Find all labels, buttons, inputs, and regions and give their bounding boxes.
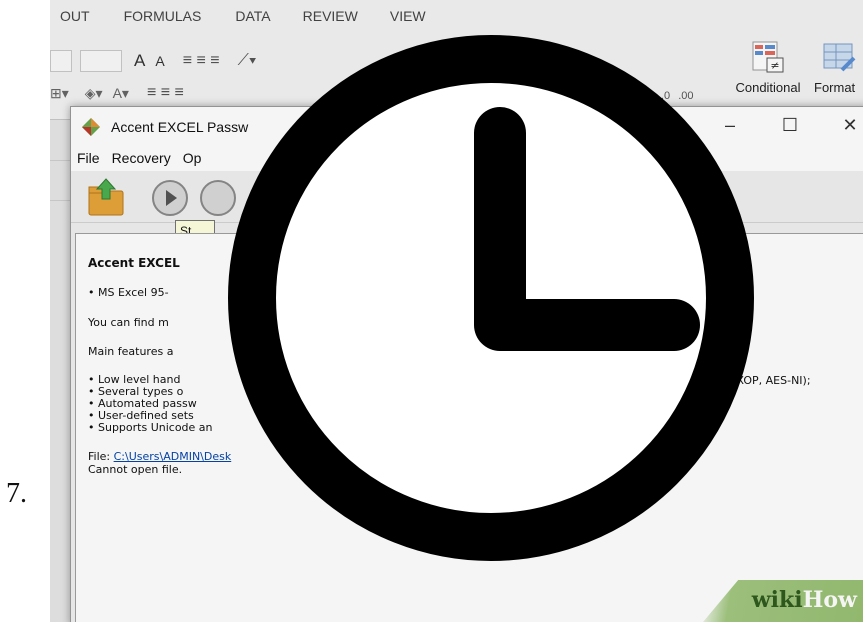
conditional-formatting-icon: ≠ <box>751 40 785 74</box>
info-main-features: Main features a <box>88 344 174 358</box>
tab-view[interactable]: VIEW <box>390 4 426 30</box>
start-button[interactable] <box>149 177 191 219</box>
svg-text:≠: ≠ <box>770 59 779 72</box>
excel-ribbon: OUT FORMULAS DATA REVIEW VIEW A A ≡ ≡ ≡ … <box>50 0 863 120</box>
tab-review[interactable]: REVIEW <box>303 4 358 30</box>
feature-item: • Supports Unicode an <box>88 420 213 434</box>
file-path-link[interactable]: C:\Users\ADMIN\Desk <box>114 450 232 463</box>
step-number: 7. <box>6 478 27 509</box>
format-as-table-button[interactable]: Format <box>814 40 863 110</box>
dialog-title: Accent EXCEL Passw <box>111 119 249 135</box>
pause-button[interactable] <box>197 177 239 219</box>
info-formats: • MS Excel 95- <box>88 286 169 300</box>
format-row: ⊞▾ ◈▾ A▾ ≡ ≡ ≡ <box>50 80 184 106</box>
orientation-icon[interactable]: ⟋▾ <box>238 52 257 70</box>
font-color-icon[interactable]: A▾ <box>113 85 129 102</box>
wikihow-logo: wikiHow <box>751 587 857 613</box>
status-text: Cannot open file. <box>88 463 183 477</box>
wikihow-watermark: wikiHow <box>703 580 863 622</box>
dialog-menubar: File Recovery Op <box>71 147 863 171</box>
file-line: File: C:\Users\ADMIN\Desk <box>88 450 852 463</box>
grow-font-icon[interactable]: A <box>134 51 145 71</box>
align-lines-icon[interactable]: ≡ ≡ ≡ <box>183 52 220 70</box>
dialog-titlebar: Accent EXCEL Passw – ☐ ✕ <box>71 107 863 147</box>
screenshot: OUT FORMULAS DATA REVIEW VIEW A A ≡ ≡ ≡ … <box>50 0 863 622</box>
menu-file[interactable]: File <box>71 147 106 171</box>
align-center-icon[interactable]: ≡ ≡ ≡ <box>147 84 184 102</box>
minimize-button[interactable]: – <box>715 115 745 136</box>
folder-open-icon <box>88 178 124 216</box>
conditional-formatting-button[interactable]: ≠ Conditional <box>724 40 812 110</box>
info-panel: Accent EXCEL • MS Excel 95- You can find… <box>75 233 863 622</box>
ribbon-tabs: OUT FORMULAS DATA REVIEW VIEW <box>50 4 426 30</box>
feature-item: • Several types o <box>88 384 184 398</box>
decrease-decimal-icon[interactable]: .00 <box>678 90 693 102</box>
pause-icon <box>200 180 236 216</box>
maximize-button[interactable]: ☐ <box>775 115 805 136</box>
format-table-icon <box>822 40 856 74</box>
tab-formulas[interactable]: FORMULAS <box>124 4 202 30</box>
tab-data[interactable]: DATA <box>235 4 270 30</box>
dialog-toolbar <box>71 171 863 223</box>
info-heading: Accent EXCEL <box>88 256 180 270</box>
close-button[interactable]: ✕ <box>835 115 863 136</box>
menu-options[interactable]: Op <box>177 147 208 171</box>
font-row: A A ≡ ≡ ≡ ⟋▾ <box>50 48 257 74</box>
feature-list: • Low level hand • Several types o • Aut… <box>88 373 852 434</box>
format-label: Format <box>814 80 856 95</box>
diamond-app-icon <box>81 117 101 137</box>
fill-color-icon[interactable]: ◈▾ <box>85 85 103 102</box>
border-icon[interactable]: ⊞▾ <box>50 85 69 102</box>
feature-item: • Automated passw <box>88 396 197 410</box>
tab-layout[interactable]: OUT <box>60 4 90 30</box>
shrink-font-icon[interactable]: A <box>155 53 164 69</box>
file-label: File: <box>88 449 114 463</box>
font-size-box[interactable] <box>80 50 122 72</box>
accent-excel-dialog: Accent EXCEL Passw – ☐ ✕ File Recovery O… <box>70 106 863 622</box>
font-name-box[interactable] <box>50 50 72 72</box>
conditional-label: Conditional <box>735 80 801 95</box>
increase-decimal-icon[interactable]: ←.0 <box>650 90 670 102</box>
info-find-more: You can find m <box>88 315 169 329</box>
menu-recovery[interactable]: Recovery <box>106 147 177 171</box>
feature-item-tail: X2, XOP, AES-NI); <box>715 373 811 387</box>
open-file-button[interactable] <box>85 177 127 219</box>
play-icon <box>152 180 188 216</box>
